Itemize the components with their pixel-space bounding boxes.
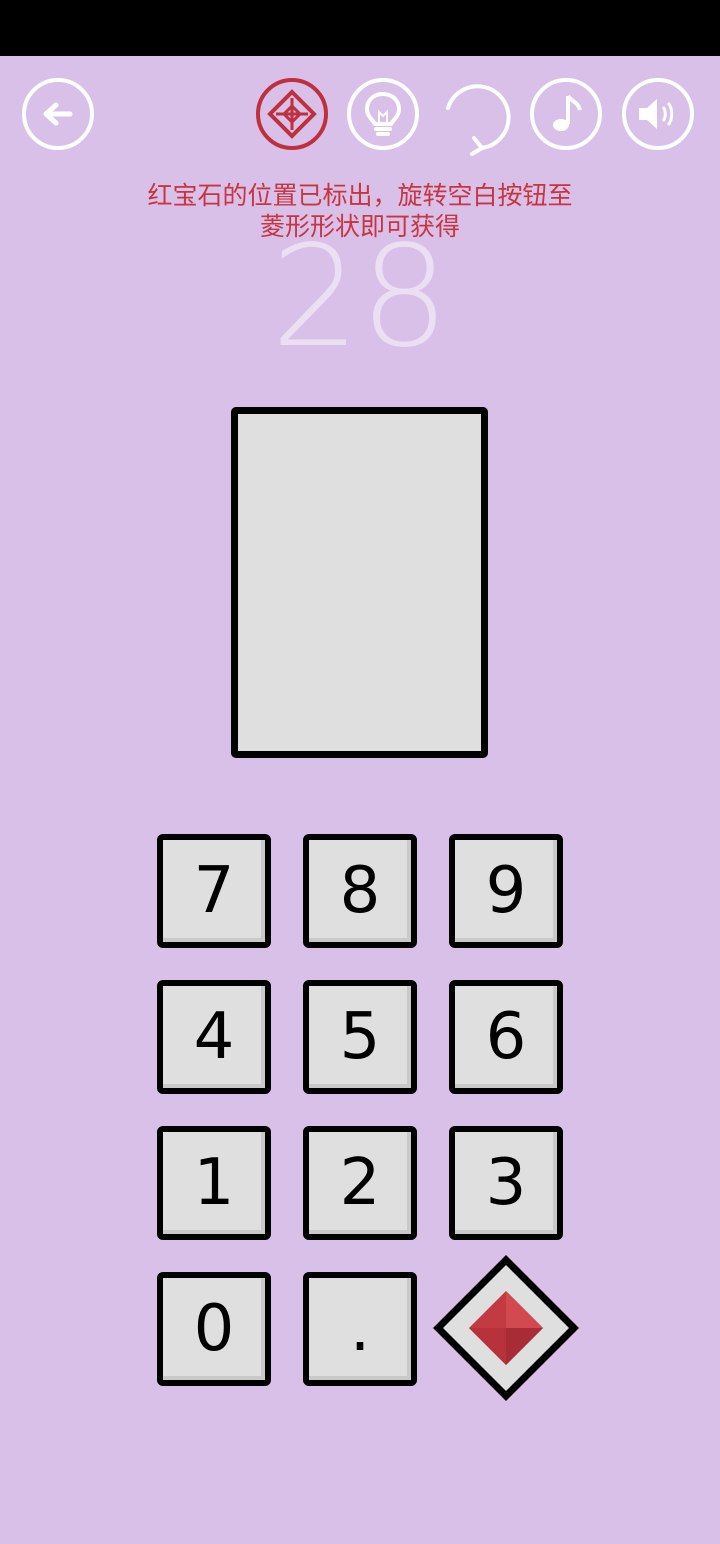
level-number: 28 xyxy=(270,216,450,379)
diamond-target-icon xyxy=(267,89,317,139)
hint-text: 红宝石的位置已标出，旋转空白按钮至 菱形形状即可获得 xyxy=(0,180,720,242)
refresh-icon xyxy=(446,84,511,156)
key-0[interactable]: 0 xyxy=(157,1272,271,1386)
diamond-frame xyxy=(433,1255,579,1401)
hint-button[interactable] xyxy=(347,78,419,150)
key-8[interactable]: 8 xyxy=(303,834,417,948)
key-9[interactable]: 9 xyxy=(449,834,563,948)
key-dot[interactable]: . xyxy=(303,1272,417,1386)
key-7[interactable]: 7 xyxy=(157,834,271,948)
rotating-gem-key[interactable] xyxy=(429,1251,583,1405)
key-label: 4 xyxy=(193,1000,235,1074)
key-label: 6 xyxy=(485,1000,527,1074)
key-label: 3 xyxy=(485,1146,527,1220)
back-button[interactable] xyxy=(22,78,94,150)
hint-line-2: 菱形形状即可获得 xyxy=(259,212,460,241)
key-5[interactable]: 5 xyxy=(303,980,417,1094)
key-label: 2 xyxy=(339,1146,381,1220)
sound-toggle-button[interactable] xyxy=(622,78,694,150)
key-label: 5 xyxy=(339,1000,381,1074)
lightbulb-icon xyxy=(364,91,402,136)
key-label: 7 xyxy=(193,854,235,928)
key-label: 0 xyxy=(193,1292,235,1366)
music-note-icon xyxy=(553,94,582,131)
music-toggle-button[interactable] xyxy=(530,78,602,150)
key-label: . xyxy=(349,1292,371,1366)
input-display xyxy=(231,407,488,758)
hint-line-1: 红宝石的位置已标出，旋转空白按钮至 xyxy=(147,181,573,210)
key-label: 1 xyxy=(193,1146,235,1220)
key-1[interactable]: 1 xyxy=(157,1126,271,1240)
restart-button[interactable] xyxy=(438,78,516,156)
key-6[interactable]: 6 xyxy=(449,980,563,1094)
key-4[interactable]: 4 xyxy=(157,980,271,1094)
key-label: 9 xyxy=(485,854,527,928)
key-3[interactable]: 3 xyxy=(449,1126,563,1240)
arrow-left-icon xyxy=(43,102,73,126)
gem-location-button[interactable] xyxy=(256,78,328,150)
key-label: 8 xyxy=(339,854,381,928)
status-bar xyxy=(0,0,720,56)
key-2[interactable]: 2 xyxy=(303,1126,417,1240)
speaker-icon xyxy=(639,99,674,129)
